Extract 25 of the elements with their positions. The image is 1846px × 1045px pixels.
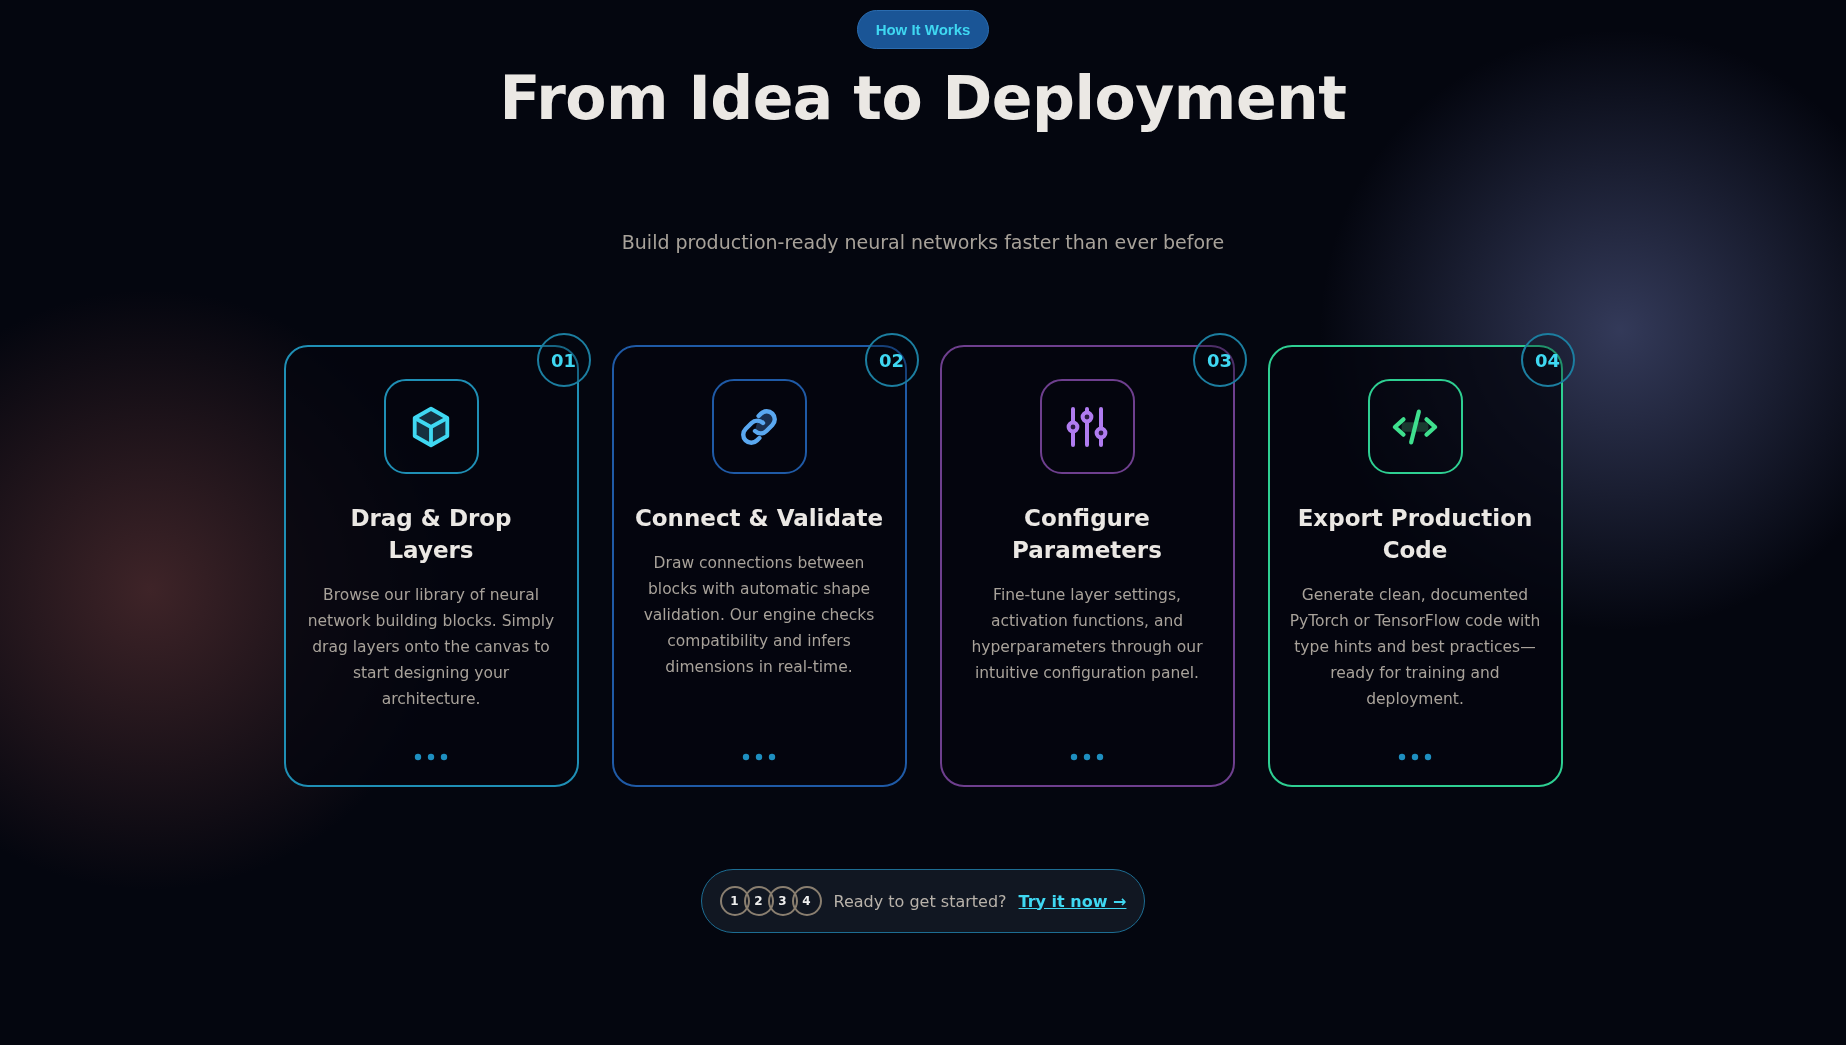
step-number: 03 [1192,333,1247,387]
step-title: Connect & Validate [634,504,884,533]
step-circle: 3 [767,886,798,916]
step-circle: 4 [791,886,822,916]
step-description: Fine-tune layer settings, activation functions, and hyperparameters through our intuitive configuration panel. [970,585,1204,684]
step-description: Generate clean, documented PyTorch or TensorFlow code with type hints and best practices—ready for training and deployment. [1289,585,1541,710]
try-link[interactable]: Try it now → [1018,891,1127,911]
step-circle: 2 [743,886,774,916]
dots-icon [414,753,448,761]
dots-icon [1398,753,1432,761]
subtitle: Build production-ready neural networks faster than ever before [621,231,1225,253]
step-title: Export Production Code [1296,504,1534,565]
step-description: Draw connections between blocks with automatic shape validation. Our engine checks compatibility and infers dimensions in real-time. [642,553,876,678]
page-title: From Idea to Deployment [499,63,1347,133]
step-number: 02 [864,333,919,387]
dots-icon [1070,753,1104,761]
dots-icon [742,753,776,761]
step-description: Browse our library of neural network building blocks. Simply drag layers onto the canvas to start designing your architecture. [306,585,556,710]
step-title: Configure Parameters [1011,504,1163,565]
step-number: 04 [1520,333,1575,387]
section-badge: How It Works [856,10,990,49]
step-circle: 1 [719,886,750,916]
step-number: 01 [536,333,591,387]
cta-text: Ready to get started? [833,891,1007,911]
step-title: Drag & Drop Layers [349,504,513,565]
